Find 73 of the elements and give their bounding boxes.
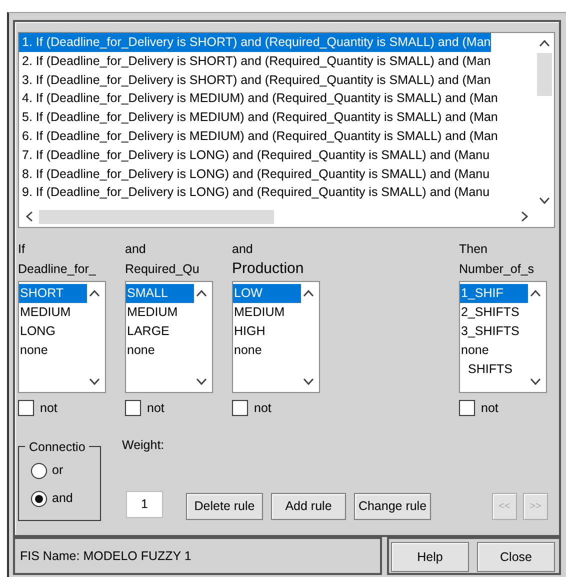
variable-label: Number_of_s [459, 261, 536, 278]
list-item[interactable]: none [233, 341, 301, 360]
list-item[interactable]: SHORT [19, 284, 87, 303]
connector-label: Then [459, 241, 488, 258]
not-checkbox[interactable] [459, 400, 475, 416]
value-listbox[interactable]: SHORT MEDIUM LONG none [18, 281, 106, 393]
scrollbar-thumb[interactable] [39, 210, 274, 224]
rule-item[interactable]: 7. If (Deadline_for_Delivery is LONG) and (Required_Quantity is SMALL) and (Manu [19, 146, 490, 165]
radio-label: or [52, 462, 64, 480]
rule-item[interactable]: 5. If (Deadline_for_Delivery is MEDIUM) and (Required_Quantity is SMALL) and (Man [19, 108, 498, 127]
value-listbox[interactable]: LOW MEDIUM HIGH none [232, 281, 320, 393]
weight-label: Weight: [122, 436, 166, 454]
rule-item[interactable]: 4. If (Deadline_for_Delivery is MEDIUM) and (Required_Quantity is SMALL) and (Man [19, 89, 498, 108]
list-item[interactable]: MEDIUM [126, 303, 194, 322]
scroll-down-icon[interactable] [196, 376, 207, 387]
scroll-right-icon[interactable] [519, 211, 530, 222]
not-checkbox[interactable] [18, 400, 34, 416]
weight-field[interactable]: 1 [126, 490, 163, 518]
list-item[interactable]: SHIFTS [460, 360, 528, 379]
list-item[interactable]: LONG [19, 322, 87, 341]
scrollbar-thumb[interactable] [537, 53, 552, 96]
scroll-up-icon[interactable] [530, 288, 541, 299]
rule-button[interactable]: Change rule [354, 492, 431, 520]
footer-button[interactable]: Help [391, 542, 469, 572]
radio-button[interactable] [31, 462, 47, 479]
not-checkbox[interactable] [125, 400, 141, 416]
list-item[interactable]: MEDIUM [233, 303, 301, 322]
list-item[interactable]: none [19, 341, 87, 360]
connector-label: If [18, 241, 26, 258]
scroll-up-icon[interactable] [539, 38, 550, 49]
not-label: not [481, 400, 498, 417]
not-checkbox[interactable] [232, 400, 248, 416]
list-item[interactable]: LOW [233, 284, 301, 303]
rule-button[interactable]: Add rule [271, 492, 346, 520]
scroll-up-icon[interactable] [303, 288, 314, 299]
rule-button[interactable]: Delete rule [186, 492, 263, 520]
variable-label: Production [232, 259, 305, 279]
list-item[interactable]: LARGE [126, 322, 194, 341]
not-label: not [40, 400, 58, 417]
scroll-down-icon[interactable] [303, 376, 314, 387]
value-listbox[interactable]: SMALL MEDIUM LARGE none [125, 281, 213, 393]
fis-name-text: FIS Name: MODELO FUZZY 1 [20, 549, 192, 563]
not-label: not [254, 400, 272, 417]
list-item[interactable]: MEDIUM [19, 303, 87, 322]
list-item[interactable]: 2_SHIFTS [460, 303, 528, 322]
scroll-down-icon[interactable] [89, 376, 100, 387]
not-label: not [147, 400, 164, 417]
list-item[interactable]: HIGH [233, 322, 301, 341]
connector-label: and [232, 241, 254, 258]
list-item[interactable]: 3_SHIFTS [460, 322, 528, 341]
list-item[interactable]: none [460, 341, 528, 360]
scroll-left-icon[interactable] [24, 211, 35, 222]
scroll-up-icon[interactable] [89, 288, 100, 299]
list-item[interactable]: SMALL [126, 284, 194, 303]
rule-item[interactable]: 9. If (Deadline_for_Delivery is LONG) and (Required_Quantity is SMALL) and (Manu [19, 183, 490, 202]
rule-item[interactable]: 6. If (Deadline_for_Delivery is MEDIUM) and (Required_Quantity is SMALL) and (Man [19, 126, 498, 146]
rule-item[interactable]: 8. If (Deadline_for_Delivery is LONG) and (Required_Quantity is SMALL) and (Manu [19, 164, 490, 184]
scroll-down-icon[interactable] [530, 376, 541, 387]
variable-label: Required_Qu [125, 261, 200, 278]
value-listbox[interactable]: 1_SHIF 2_SHIFTS 3_SHIFTS none SHIFTS [459, 281, 547, 393]
radio-label: and [52, 490, 73, 508]
rule-item[interactable]: 1. If (Deadline_for_Delivery is SHORT) and (Required_Quantity is SMALL) and (Man [19, 33, 491, 52]
scroll-up-icon[interactable] [196, 288, 207, 299]
footer-button[interactable]: Close [477, 542, 555, 572]
connector-label: and [125, 241, 147, 258]
list-item[interactable]: none [126, 341, 194, 360]
radio-button[interactable] [31, 490, 47, 507]
rule-item[interactable]: 3. If (Deadline_for_Delivery is SHORT) and (Required_Quantity is SMALL) and (Man [19, 70, 491, 90]
rule-item[interactable]: 2. If (Deadline_for_Delivery is SHORT) and (Required_Quantity is SMALL) and (Man [19, 52, 491, 71]
rule-list[interactable] [18, 32, 555, 228]
scroll-down-icon[interactable] [539, 195, 550, 206]
variable-label: Deadline_for_ [18, 261, 97, 278]
list-item[interactable]: 1_SHIF [460, 284, 528, 303]
